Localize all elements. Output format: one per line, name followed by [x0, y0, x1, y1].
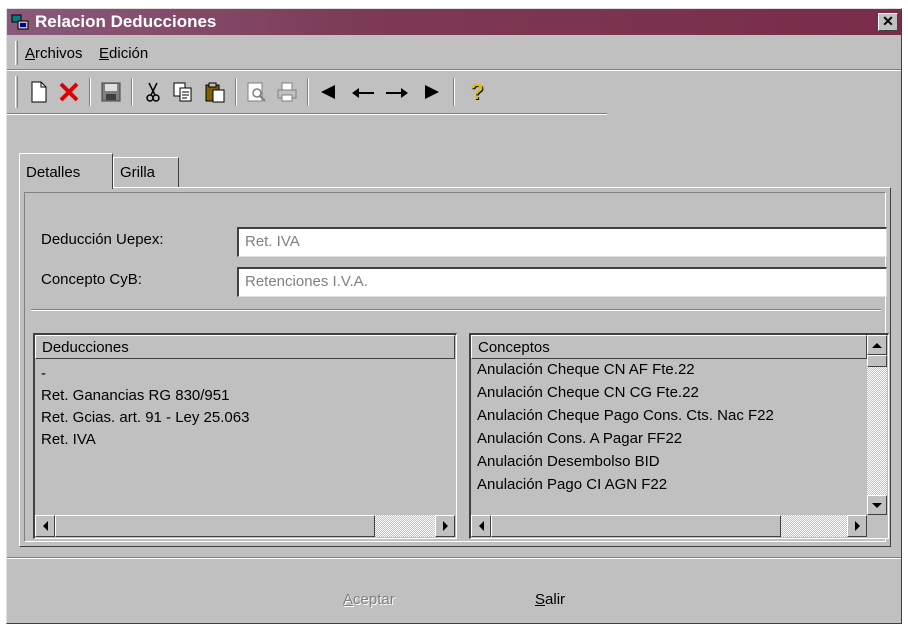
main-window: Relacion Deducciones ✕ Archivos Edición [6, 8, 902, 624]
menu-edicion-label: dición [109, 45, 149, 62]
menu-edicion-mnemonic: E [99, 45, 110, 62]
conceptos-vscrollbar[interactable] [867, 335, 887, 515]
toolbar-divider [7, 113, 607, 115]
list-item[interactable]: Anulación Cons. A Pagar FF22 [477, 430, 682, 447]
menu-edicion[interactable]: Edición [99, 45, 148, 62]
concepto-label: Concepto CyB: [41, 271, 142, 288]
toolbar-separator [453, 78, 455, 106]
conceptos-list[interactable]: Conceptos Anulación Cheque CN AF Fte.22 … [469, 333, 889, 539]
scroll-thumb[interactable] [491, 515, 781, 537]
scroll-left-button[interactable] [35, 515, 55, 537]
scroll-thumb[interactable] [55, 515, 375, 537]
aceptar-button[interactable]: Aceptar [343, 591, 395, 608]
toolbar-separator [89, 78, 91, 106]
salir-label: alir [545, 591, 566, 608]
list-item[interactable]: Anulación Desembolso BID [477, 453, 660, 470]
deducciones-hscrollbar[interactable] [35, 515, 455, 537]
aceptar-mnemonic: A [343, 591, 354, 608]
concepto-field[interactable]: Retenciones I.V.A. [237, 267, 887, 297]
conceptos-header[interactable]: Conceptos [471, 335, 867, 359]
help-icon: ? [470, 79, 484, 104]
list-item[interactable]: Ret. IVA [41, 431, 96, 448]
arrow-left-icon [478, 521, 484, 531]
deduccion-label: Deducción Uepex: [41, 231, 164, 248]
new-button[interactable] [25, 78, 53, 106]
copy-button[interactable] [169, 78, 197, 106]
next-record-button[interactable] [383, 78, 411, 106]
menu-archivos-mnemonic: A [25, 45, 36, 62]
new-icon [31, 81, 47, 103]
footer-divider [7, 557, 901, 559]
app-icon [11, 14, 29, 30]
print-button[interactable] [273, 78, 301, 106]
scroll-right-button[interactable] [847, 515, 867, 537]
paste-icon [205, 82, 225, 103]
toolbar-separator [131, 78, 133, 106]
scroll-up-button[interactable] [867, 335, 887, 355]
toolbar-separator [235, 78, 237, 106]
scroll-track[interactable] [867, 355, 887, 495]
list-item[interactable]: - [41, 365, 46, 382]
toolbar: ? [7, 72, 901, 116]
arrow-left-icon [42, 521, 48, 531]
list-item[interactable]: Anulación Cheque CN CG Fte.22 [477, 384, 699, 401]
close-icon: ✕ [882, 13, 894, 29]
window-title: Relacion Deducciones [35, 12, 217, 31]
deduccion-field[interactable]: Ret. IVA [237, 227, 887, 257]
close-button[interactable]: ✕ [878, 13, 898, 31]
scroll-thumb[interactable] [867, 355, 887, 367]
next-icon [386, 88, 408, 98]
delete-button[interactable] [55, 78, 83, 106]
print-icon [277, 82, 297, 102]
save-icon [101, 82, 121, 102]
first-icon [321, 85, 335, 99]
arrow-down-icon [872, 502, 882, 508]
previous-icon [352, 88, 374, 98]
menu-grip [15, 41, 18, 65]
arrow-up-icon [872, 342, 882, 348]
arrow-right-icon [442, 521, 448, 531]
help-button[interactable]: ? [463, 78, 491, 106]
cut-button[interactable] [139, 78, 167, 106]
list-item[interactable]: Anulación Cheque Pago Cons. Cts. Nac F22 [477, 407, 774, 424]
scroll-down-button[interactable] [867, 495, 887, 515]
arrow-right-icon [854, 521, 860, 531]
menu-archivos[interactable]: Archivos [25, 45, 83, 62]
scroll-corner [867, 515, 887, 537]
menu-divider [7, 69, 901, 71]
last-icon [425, 85, 439, 99]
delete-icon [59, 82, 79, 102]
first-record-button[interactable] [317, 78, 345, 106]
cut-icon [146, 82, 160, 102]
last-record-button[interactable] [415, 78, 443, 106]
menu-archivos-label: rchivos [35, 45, 83, 62]
tab-grilla[interactable]: Grilla [113, 157, 179, 187]
toolbar-grip [15, 76, 18, 108]
conceptos-hscrollbar[interactable] [471, 515, 867, 537]
scroll-right-button[interactable] [435, 515, 455, 537]
deducciones-list[interactable]: Deducciones - Ret. Ganancias RG 830/951 … [33, 333, 457, 539]
toolbar-separator [307, 78, 309, 106]
scroll-left-button[interactable] [471, 515, 491, 537]
list-item[interactable]: Ret. Ganancias RG 830/951 [41, 387, 229, 404]
salir-button[interactable]: Salir [535, 591, 565, 608]
paste-button[interactable] [201, 78, 229, 106]
menu-bar: Archivos Edición [7, 37, 901, 69]
aceptar-label: ceptar [353, 591, 395, 608]
tab-detalles[interactable]: Detalles [19, 153, 113, 189]
print-preview-button[interactable] [243, 78, 271, 106]
salir-mnemonic: S [535, 591, 546, 608]
list-item[interactable]: Ret. Gcias. art. 91 - Ley 25.063 [41, 409, 249, 426]
title-bar[interactable]: Relacion Deducciones ✕ [7, 9, 901, 35]
copy-icon [173, 82, 192, 102]
deducciones-header[interactable]: Deducciones [35, 335, 455, 359]
list-item[interactable]: Anulación Pago CI AGN F22 [477, 476, 667, 493]
print-preview-icon [247, 82, 266, 102]
list-item[interactable]: Anulación Cheque CN AF Fte.22 [477, 361, 695, 378]
previous-record-button[interactable] [349, 78, 377, 106]
form-divider [31, 309, 881, 311]
save-button[interactable] [97, 78, 125, 106]
